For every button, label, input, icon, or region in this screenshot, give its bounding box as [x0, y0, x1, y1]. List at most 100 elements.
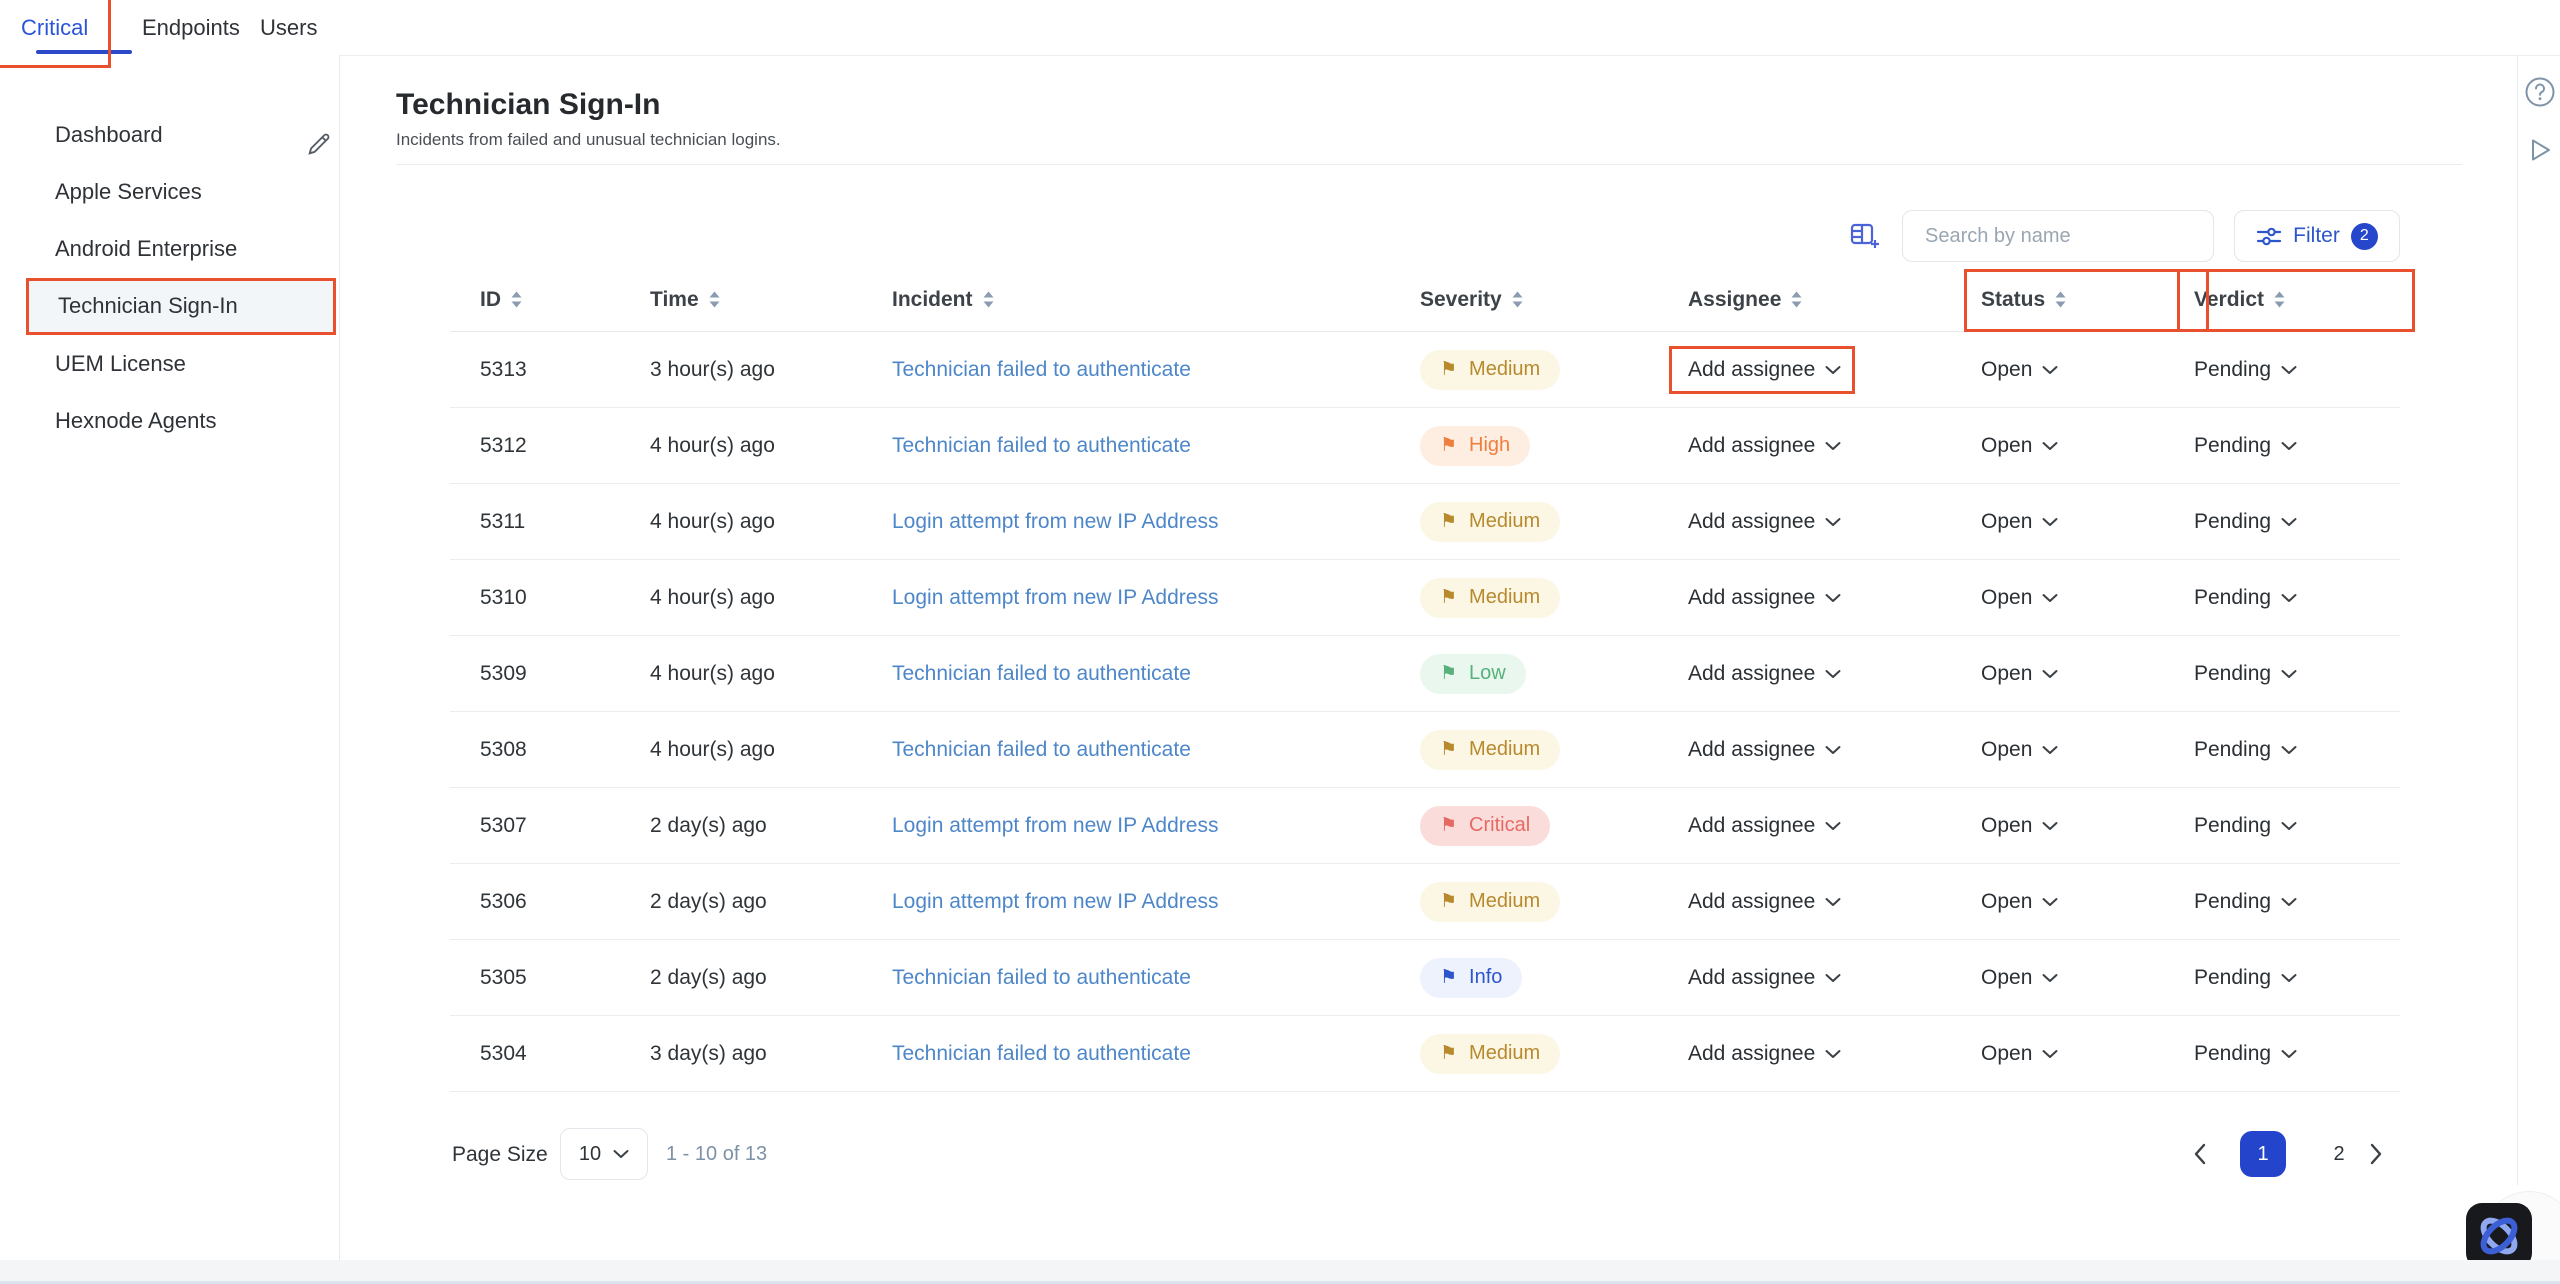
status-dropdown[interactable]: Open — [1981, 662, 2058, 686]
add-assignee-dropdown[interactable]: Add assignee — [1688, 358, 1841, 382]
column-header-label[interactable]: ID — [480, 288, 501, 312]
add-assignee-dropdown[interactable]: Add assignee — [1688, 1042, 1841, 1066]
incident-link[interactable]: Technician failed to authenticate — [892, 662, 1420, 686]
verdict-dropdown[interactable]: Pending — [2194, 358, 2297, 382]
sidebar-item-technician-sign-in[interactable]: Technician Sign-In — [26, 278, 336, 335]
column-header-label[interactable]: Severity — [1420, 288, 1502, 312]
status-dropdown[interactable]: Open — [1981, 586, 2058, 610]
chevron-down-icon — [2042, 365, 2058, 375]
sidebar-divider — [339, 55, 340, 1260]
incident-link[interactable]: Technician failed to authenticate — [892, 738, 1420, 762]
add-assignee-dropdown[interactable]: Add assignee — [1688, 966, 1841, 990]
incident-link[interactable]: Login attempt from new IP Address — [892, 510, 1420, 534]
help-icon[interactable] — [2524, 76, 2556, 108]
incident-time: 2 day(s) ago — [650, 814, 892, 838]
page-size-label: Page Size — [452, 1143, 548, 1167]
column-header-label[interactable]: Time — [650, 288, 699, 312]
incident-link[interactable]: Technician failed to authenticate — [892, 966, 1420, 990]
flag-icon: ⚑ — [1440, 816, 1457, 835]
status-dropdown[interactable]: Open — [1981, 1042, 2058, 1066]
incident-link[interactable]: Login attempt from new IP Address — [892, 814, 1420, 838]
add-assignee-dropdown[interactable]: Add assignee — [1688, 662, 1841, 686]
sidebar-item-apple-services[interactable]: Apple Services — [0, 163, 340, 220]
top-tab-critical[interactable]: Critical — [21, 0, 88, 55]
column-header-label[interactable]: Incident — [892, 288, 973, 312]
add-assignee-dropdown[interactable]: Add assignee — [1688, 510, 1841, 534]
incident-id: 5306 — [480, 890, 650, 914]
add-assignee-dropdown[interactable]: Add assignee — [1688, 586, 1841, 610]
status-dropdown[interactable]: Open — [1981, 814, 2058, 838]
incident-link[interactable]: Login attempt from new IP Address — [892, 586, 1420, 610]
sidebar-item-dashboard[interactable]: Dashboard — [0, 106, 340, 163]
verdict-dropdown[interactable]: Pending — [2194, 510, 2297, 534]
sort-icon[interactable] — [1790, 290, 1803, 309]
verdict-dropdown[interactable]: Pending — [2194, 890, 2297, 914]
incident-time: 4 hour(s) ago — [650, 434, 892, 458]
sort-icon[interactable] — [708, 290, 721, 309]
verdict-dropdown[interactable]: Pending — [2194, 586, 2297, 610]
add-assignee-dropdown[interactable]: Add assignee — [1688, 434, 1841, 458]
sidebar: DashboardApple ServicesAndroid Enterpris… — [0, 55, 340, 1260]
top-tab-users[interactable]: Users — [260, 0, 317, 55]
incident-link[interactable]: Technician failed to authenticate — [892, 358, 1420, 382]
page-size-value: 10 — [579, 1143, 601, 1166]
page-size-select[interactable]: 10 — [560, 1128, 648, 1180]
add-assignee-dropdown[interactable]: Add assignee — [1688, 738, 1841, 762]
incident-link[interactable]: Login attempt from new IP Address — [892, 890, 1420, 914]
verdict-dropdown[interactable]: Pending — [2194, 1042, 2297, 1066]
page-number-button-1[interactable]: 1 — [2240, 1131, 2286, 1177]
status-dropdown[interactable]: Open — [1981, 966, 2058, 990]
verdict-dropdown[interactable]: Pending — [2194, 814, 2297, 838]
play-icon[interactable] — [2524, 134, 2556, 166]
sort-icon[interactable] — [1511, 290, 1524, 309]
verdict-dropdown[interactable]: Pending — [2194, 662, 2297, 686]
column-header-assignee: Assignee — [1688, 288, 1981, 312]
status-dropdown[interactable]: Open — [1981, 434, 2058, 458]
incident-id: 5305 — [480, 966, 650, 990]
status-dropdown[interactable]: Open — [1981, 738, 2058, 762]
incident-id: 5308 — [480, 738, 650, 762]
status-dropdown[interactable]: Open — [1981, 890, 2058, 914]
sort-icon[interactable] — [2054, 290, 2067, 309]
sidebar-item-android-enterprise[interactable]: Android Enterprise — [0, 221, 340, 278]
right-rail-divider — [2517, 55, 2518, 1185]
add-assignee-dropdown[interactable]: Add assignee — [1688, 814, 1841, 838]
top-tab-endpoints[interactable]: Endpoints — [142, 0, 240, 55]
incident-link[interactable]: Technician failed to authenticate — [892, 434, 1420, 458]
chevron-down-icon — [2281, 973, 2297, 983]
flag-icon: ⚑ — [1440, 968, 1457, 987]
incident-time: 2 day(s) ago — [650, 890, 892, 914]
chevron-down-icon — [2281, 441, 2297, 451]
incident-id: 5304 — [480, 1042, 650, 1066]
column-header-label[interactable]: Verdict — [2194, 288, 2264, 312]
verdict-dropdown[interactable]: Pending — [2194, 434, 2297, 458]
sort-icon[interactable] — [982, 290, 995, 309]
sidebar-item-hexnode-agents[interactable]: Hexnode Agents — [0, 393, 340, 450]
incident-link[interactable]: Technician failed to authenticate — [892, 1042, 1420, 1066]
incident-table-body: 5313 3 hour(s) ago Technician failed to … — [450, 332, 2400, 1092]
status-dropdown[interactable]: Open — [1981, 510, 2058, 534]
sort-icon[interactable] — [510, 290, 523, 309]
verdict-dropdown[interactable]: Pending — [2194, 738, 2297, 762]
severity-badge: ⚑Info — [1420, 958, 1522, 998]
column-header-verdict: Verdict — [2194, 288, 2400, 312]
sidebar-item-uem-license[interactable]: UEM License — [0, 335, 340, 392]
column-header-label[interactable]: Status — [1981, 288, 2045, 312]
incident-id: 5310 — [480, 586, 650, 610]
sort-icon[interactable] — [2273, 290, 2286, 309]
severity-badge: ⚑Medium — [1420, 502, 1560, 542]
page-subtitle: Incidents from failed and unusual techni… — [396, 130, 781, 150]
search-field — [1902, 210, 2214, 262]
filter-button[interactable]: Filter 2 — [2234, 210, 2400, 262]
next-page-button[interactable] — [2368, 1128, 2384, 1180]
search-input[interactable] — [1925, 225, 2191, 248]
status-dropdown[interactable]: Open — [1981, 358, 2058, 382]
chevron-down-icon — [2281, 517, 2297, 527]
chevron-down-icon — [1825, 821, 1841, 831]
verdict-dropdown[interactable]: Pending — [2194, 966, 2297, 990]
previous-page-button[interactable] — [2192, 1128, 2208, 1180]
column-header-label[interactable]: Assignee — [1688, 288, 1781, 312]
add-column-icon[interactable] — [1846, 218, 1884, 256]
page-number-button-2[interactable]: 2 — [2316, 1131, 2362, 1177]
add-assignee-dropdown[interactable]: Add assignee — [1688, 890, 1841, 914]
